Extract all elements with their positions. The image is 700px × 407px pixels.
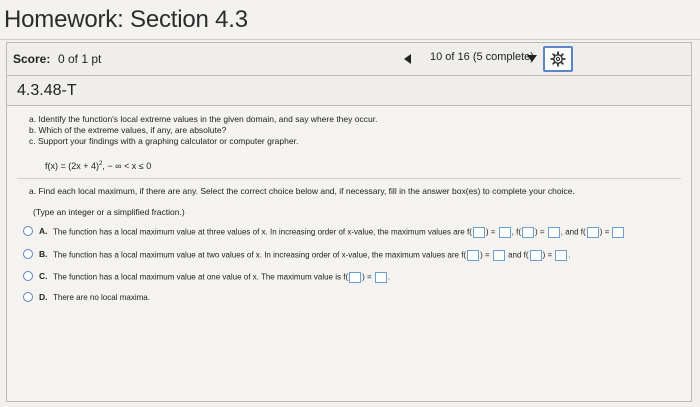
instruction-a: a. Identify the function's local extreme… xyxy=(29,114,378,124)
choice-a-x3-input[interactable] xyxy=(586,227,599,238)
choice-b-x2-input[interactable] xyxy=(529,250,542,261)
choice-b-text: The function has a local maximum value a… xyxy=(53,250,464,260)
instruction-b: b. Which of the extreme values, if any, … xyxy=(29,125,227,135)
question-list-dropdown-icon[interactable] xyxy=(527,55,537,62)
choice-b-letter: B. xyxy=(39,249,48,259)
choice-a-letter: A. xyxy=(39,226,48,236)
choice-b-y1-input[interactable] xyxy=(492,250,505,261)
choice-a-text: The function has a local maximum value a… xyxy=(53,227,470,237)
choice-a-and: and f xyxy=(565,227,584,237)
choice-b-x1-input[interactable] xyxy=(467,250,480,261)
choice-a-y2-input[interactable] xyxy=(547,227,560,238)
choice-c-text: The function has a local maximum value a… xyxy=(53,272,346,282)
radio-a[interactable] xyxy=(23,226,33,236)
score-label: Score: xyxy=(13,52,51,66)
settings-button[interactable] xyxy=(543,46,573,72)
choice-a-y3-input[interactable] xyxy=(612,227,625,238)
gear-icon xyxy=(550,51,566,67)
choice-d-letter: D. xyxy=(39,292,48,302)
choice-c-y-input[interactable] xyxy=(374,272,387,283)
choice-a-x1-input[interactable] xyxy=(472,227,485,238)
radio-c[interactable] xyxy=(23,271,33,281)
question-panel: a. Identify the function's local extreme… xyxy=(6,106,692,402)
part-a-prompt: a. Find each local maximum, if there are… xyxy=(29,186,575,196)
choice-c-x-input[interactable] xyxy=(349,272,362,283)
choice-b-and: and f xyxy=(508,250,526,260)
radio-b[interactable] xyxy=(23,249,33,259)
divider xyxy=(17,178,681,179)
question-id: 4.3.48-T xyxy=(17,82,77,99)
formula-main: f(x) = (2x + 4) xyxy=(45,161,100,171)
instruction-c: c. Support your findings with a graphing… xyxy=(29,136,299,146)
previous-question-button[interactable] xyxy=(404,54,411,64)
function-formula: f(x) = (2x + 4)2, − ∞ < x ≤ 0 xyxy=(45,161,151,171)
score-bar: Score: 0 of 1 pt 10 of 16 (5 complete) xyxy=(6,42,692,76)
choice-a-x2-input[interactable] xyxy=(522,227,534,238)
page: Homework: Section 4.3 Score: 0 of 1 pt 1… xyxy=(0,0,700,407)
choice-d-text: There are no local maxima. xyxy=(53,293,150,302)
score-value: 0 of 1 pt xyxy=(58,52,102,66)
choice-a-y1-input[interactable] xyxy=(498,227,511,238)
choice-b-y2-input[interactable] xyxy=(555,250,568,261)
choice-c-letter: C. xyxy=(39,271,48,281)
title-bar: Homework: Section 4.3 xyxy=(0,0,700,40)
question-id-bar: 4.3.48-T xyxy=(6,76,692,106)
answer-hint: (Type an integer or a simplified fractio… xyxy=(33,207,185,217)
page-title: Homework: Section 4.3 xyxy=(4,6,248,33)
question-progress: 10 of 16 (5 complete) xyxy=(430,51,534,63)
formula-domain: , − ∞ < x ≤ 0 xyxy=(102,161,152,171)
radio-d[interactable] xyxy=(23,292,33,302)
